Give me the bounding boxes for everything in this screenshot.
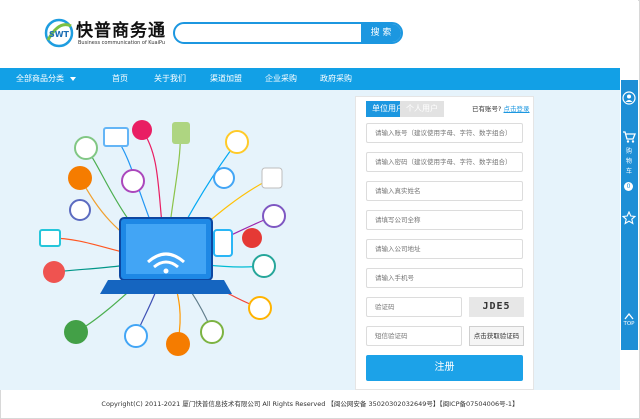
- back-to-top-button[interactable]: TOP: [620, 321, 638, 327]
- phone-field[interactable]: [366, 268, 523, 288]
- right-sidebar: [620, 0, 638, 417]
- nav-item-government[interactable]: 政府采购: [320, 68, 352, 90]
- captcha-image-text: JDE5: [482, 301, 511, 312]
- nav-item-home[interactable]: 首页: [112, 68, 128, 90]
- cart-label-line: 购: [625, 148, 632, 155]
- account-field[interactable]: [366, 123, 523, 143]
- nav-item-channel[interactable]: 渠道加盟: [210, 68, 242, 90]
- caret-down-icon: [70, 76, 76, 81]
- search-box: 搜 索: [173, 22, 403, 44]
- arrow-up-icon[interactable]: [624, 313, 634, 320]
- register-button[interactable]: 注册: [366, 355, 523, 381]
- star-icon[interactable]: [622, 211, 636, 225]
- get-sms-code-button[interactable]: 点击获取验证码: [469, 326, 524, 346]
- logo[interactable]: SWT 快普商务通 Business communication of Kuai…: [44, 14, 165, 54]
- tab-personal-user[interactable]: 个人用户: [400, 101, 444, 117]
- footer-copyright: Copyright(C) 2011-2021 厦门快普信息技术有限公司 All …: [101, 400, 519, 408]
- all-categories-menu[interactable]: 全部商品分类: [16, 68, 76, 90]
- password-field[interactable]: [366, 152, 523, 172]
- nav-item-about[interactable]: 关于我们: [154, 68, 186, 90]
- header: SWT 快普商务通 Business communication of Kuai…: [0, 0, 620, 68]
- search-input[interactable]: [175, 24, 383, 42]
- address-field[interactable]: [366, 239, 523, 259]
- logo-badge-text: SWT: [49, 30, 70, 39]
- search-button[interactable]: 搜 索: [361, 24, 401, 42]
- logo-subtitle: Business communication of KuaiPu: [78, 40, 166, 46]
- cart-icon[interactable]: [622, 131, 636, 143]
- nav-item-enterprise[interactable]: 企业采购: [265, 68, 297, 90]
- swt-logo-icon: SWT: [44, 18, 74, 48]
- captcha-field[interactable]: [366, 297, 462, 317]
- main-nav: 全部商品分类 首页 关于我们 渠道加盟 企业采购 政府采购: [0, 68, 620, 90]
- real-name-field[interactable]: [366, 181, 523, 201]
- all-categories-label: 全部商品分类: [16, 74, 64, 83]
- captcha-image[interactable]: JDE5: [469, 297, 524, 317]
- cart-label-line: 车: [625, 168, 632, 175]
- cart-label[interactable]: 购 物 车: [620, 147, 638, 177]
- sms-code-field[interactable]: [366, 326, 462, 346]
- cart-label-line: 物: [625, 158, 632, 165]
- cart-count-badge: 0: [624, 182, 633, 191]
- have-account-label: 已有账号?: [472, 105, 502, 113]
- logo-title: 快普商务通: [76, 21, 166, 41]
- register-form: 单位用户 个人用户 已有账号? 点击登录 JDE5 点击获取验证码 注册: [355, 96, 534, 390]
- company-field[interactable]: [366, 210, 523, 230]
- network-illustration: [39, 120, 286, 356]
- have-account-text: 已有账号? 点击登录: [472, 103, 530, 113]
- login-link[interactable]: 点击登录: [504, 105, 530, 113]
- user-icon[interactable]: [622, 91, 636, 105]
